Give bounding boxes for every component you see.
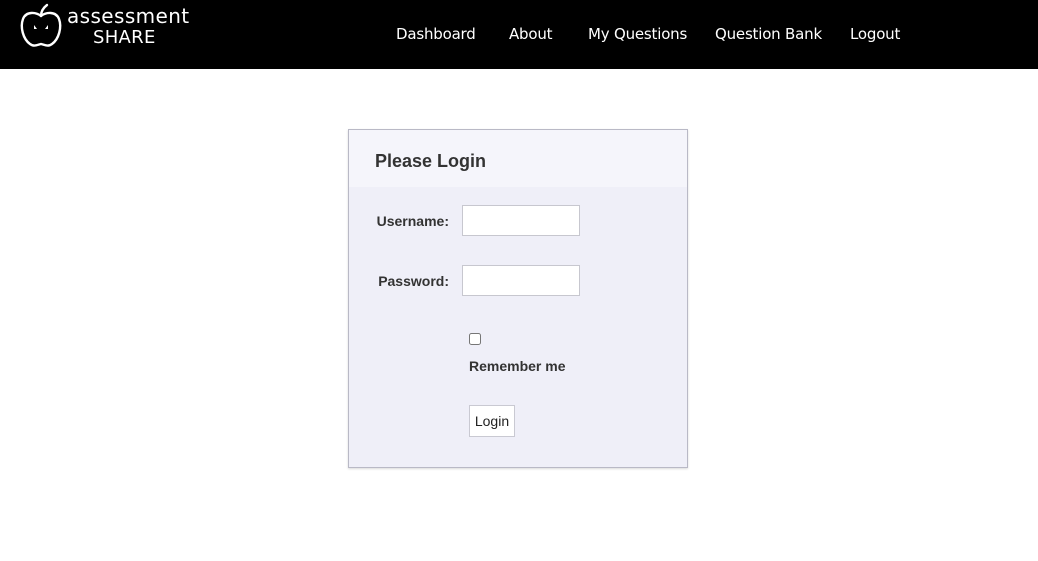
login-title: Please Login <box>375 151 487 171</box>
password-label: Password: <box>378 273 449 289</box>
site-logo[interactable]: assessment SHARE <box>18 3 198 51</box>
apple-logo-icon <box>20 3 62 47</box>
username-field[interactable] <box>462 205 580 236</box>
login-button[interactable]: Login <box>469 405 515 437</box>
login-panel: Please Login Username: Password: Remembe… <box>348 129 688 468</box>
logo-text-share: SHARE <box>93 27 156 48</box>
top-navigation-bar: assessment SHARE Dashboard About My Ques… <box>0 0 1038 69</box>
logo-text-assessment: assessment <box>67 4 190 28</box>
remember-me-label: Remember me <box>469 358 566 374</box>
login-panel-header: Please Login <box>349 130 687 187</box>
nav-link-question-bank[interactable]: Question Bank <box>715 23 822 45</box>
nav-link-about[interactable]: About <box>509 23 553 45</box>
password-field[interactable] <box>462 265 580 296</box>
username-label: Username: <box>376 213 449 229</box>
nav-link-dashboard[interactable]: Dashboard <box>396 23 476 45</box>
nav-link-my-questions[interactable]: My Questions <box>588 23 687 45</box>
nav-link-logout[interactable]: Logout <box>850 23 900 45</box>
remember-me-checkbox[interactable] <box>469 333 481 345</box>
